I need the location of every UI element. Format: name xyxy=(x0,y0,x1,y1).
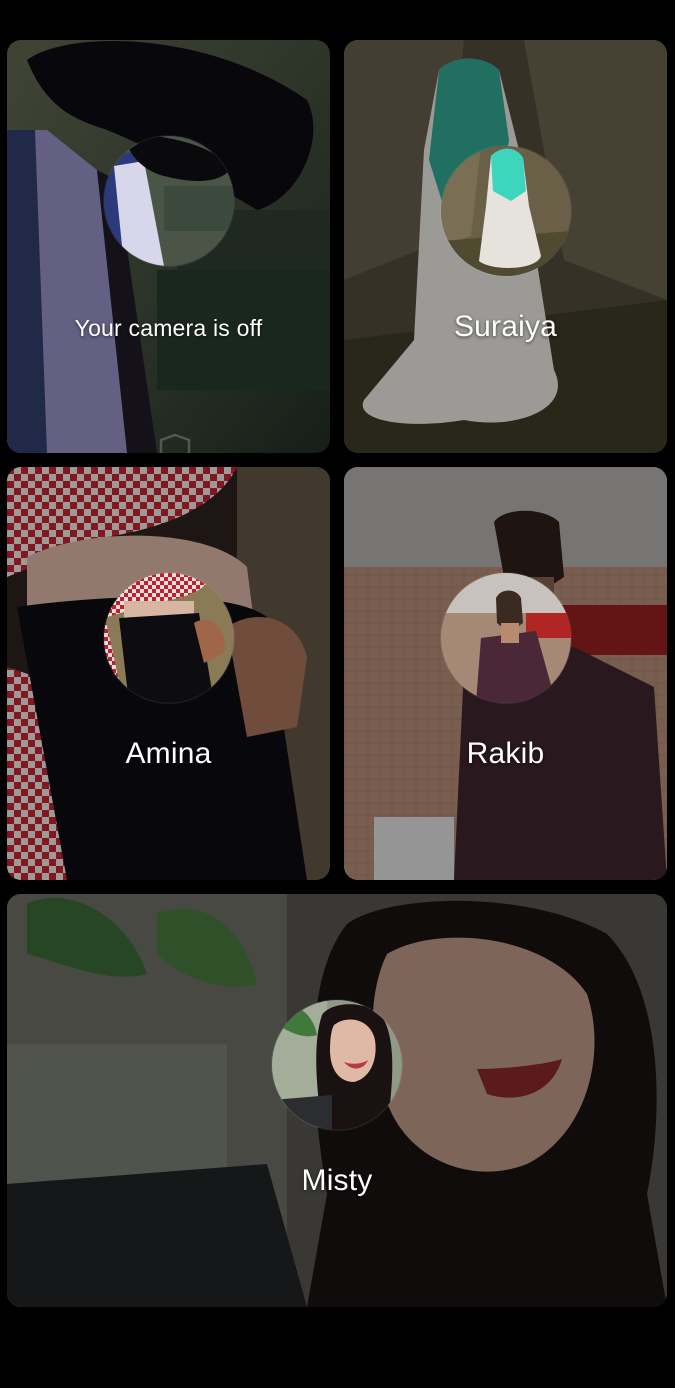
camera-off-label: Your camera is off xyxy=(74,315,263,341)
rakib-avatar xyxy=(440,573,571,703)
amina-avatar xyxy=(103,573,234,703)
video-tile-misty[interactable]: Misty xyxy=(7,894,667,1307)
video-tile-rakib[interactable]: Rakib xyxy=(344,467,667,880)
participant-name-amina: Amina xyxy=(125,737,212,770)
video-tile-suraiya[interactable]: Suraiya xyxy=(344,40,667,453)
suraiya-avatar xyxy=(440,146,571,276)
self-avatar xyxy=(103,136,234,266)
participant-name-misty: Misty xyxy=(301,1164,373,1197)
shield-icon xyxy=(159,433,191,453)
video-tile-self[interactable]: Your camera is off xyxy=(7,40,330,453)
video-tile-amina[interactable]: Amina xyxy=(7,467,330,880)
participant-name-rakib: Rakib xyxy=(466,737,545,770)
misty-avatar xyxy=(272,1000,402,1130)
participant-name-suraiya: Suraiya xyxy=(453,310,558,343)
